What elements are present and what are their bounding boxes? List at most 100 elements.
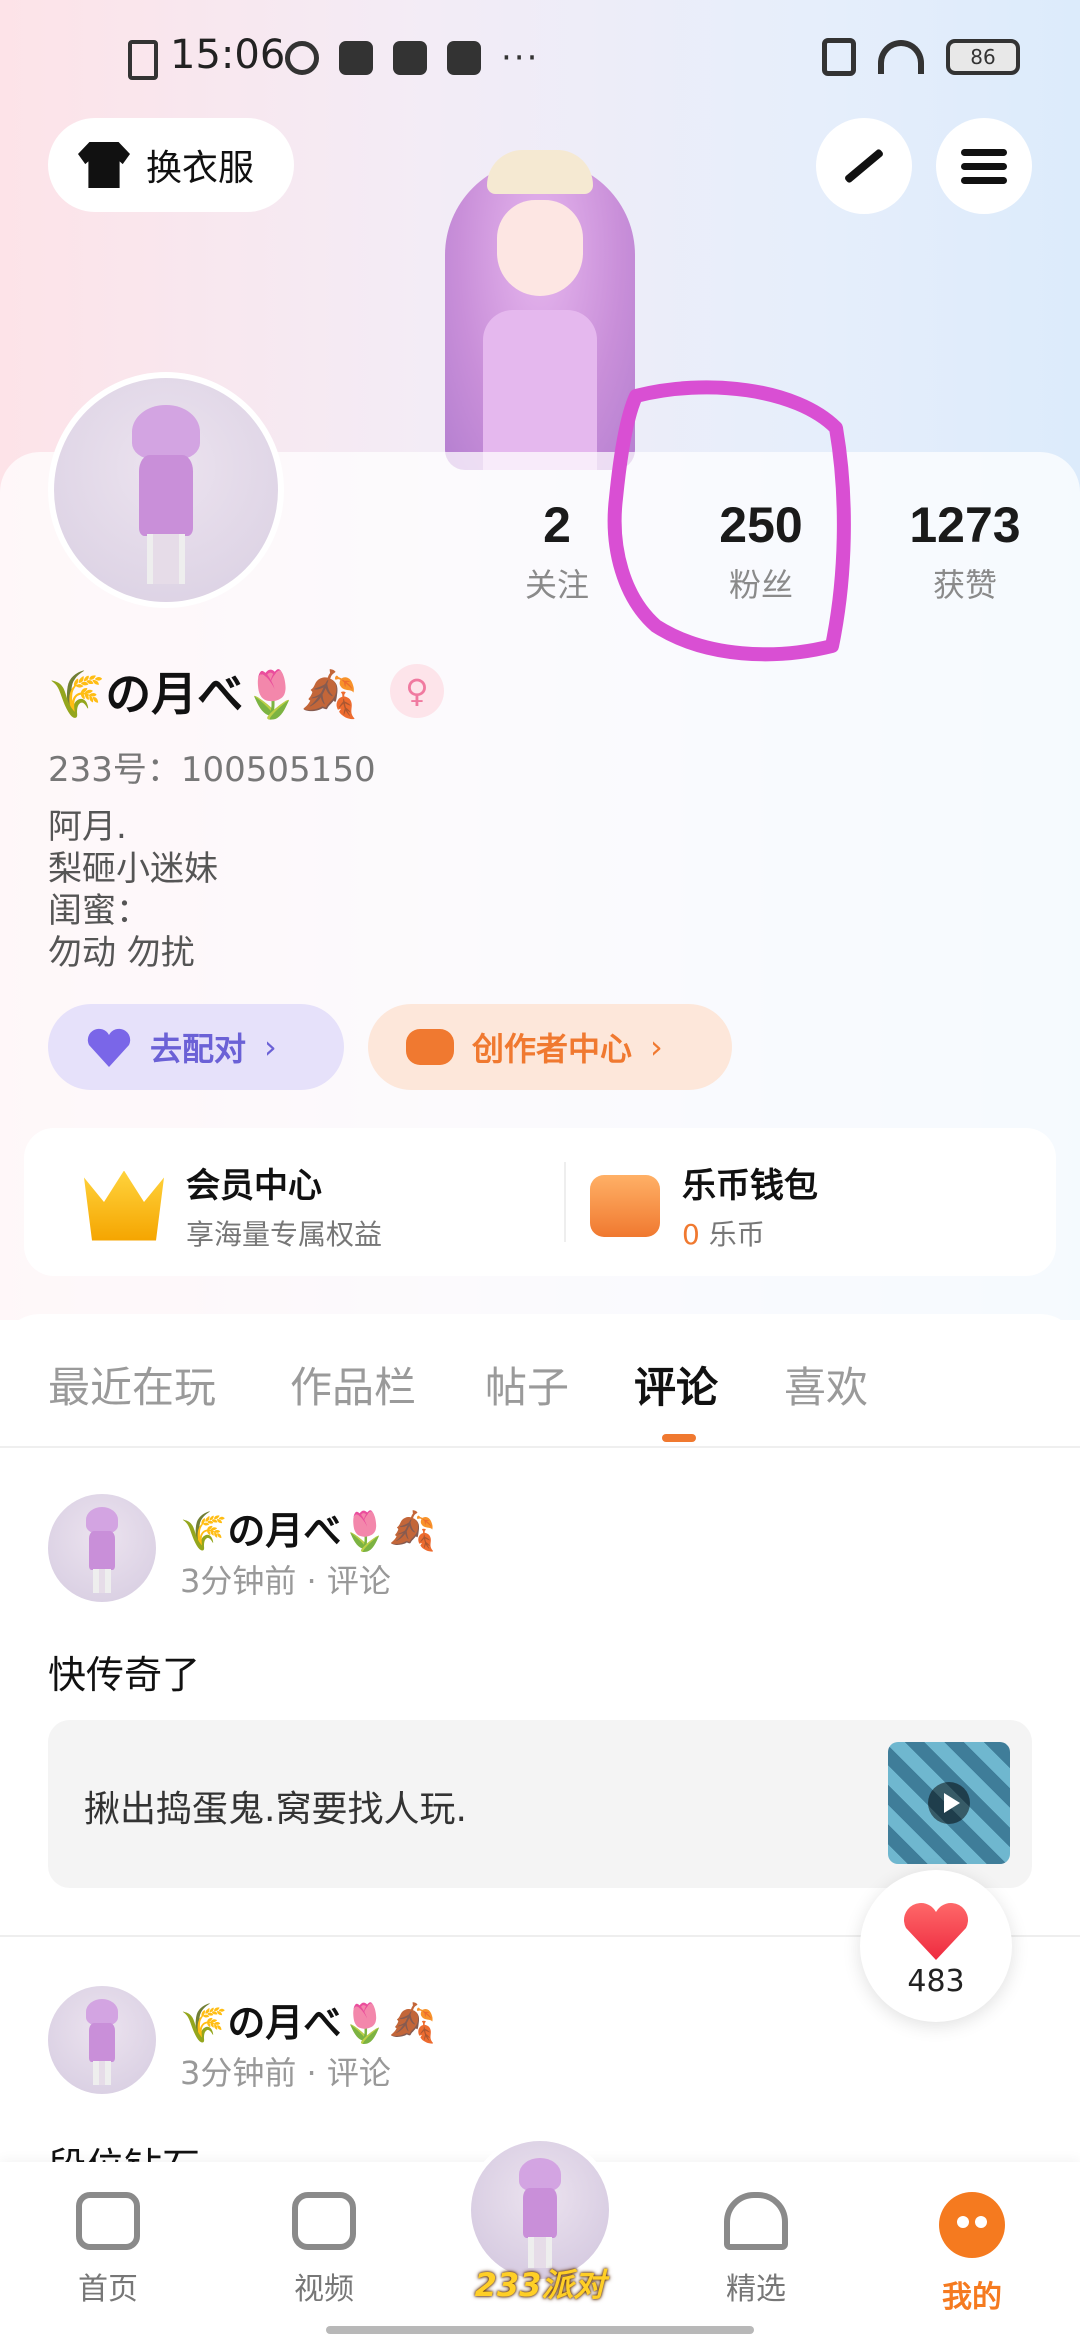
creator-center-button[interactable]: 创作者中心 › xyxy=(368,1004,732,1090)
notification-icons: ··· xyxy=(285,38,539,78)
followers-label: 粉丝 xyxy=(728,566,793,604)
shirt-icon xyxy=(78,142,130,188)
following-stat[interactable]: 2 关注 xyxy=(472,496,642,606)
tab-comments[interactable]: 评论 xyxy=(634,1354,718,1415)
likes-label: 获赞 xyxy=(932,566,997,604)
video-icon xyxy=(292,2192,356,2250)
tab-recently-played[interactable]: 最近在玩 xyxy=(48,1354,216,1415)
bio-line: 阿月. xyxy=(48,807,127,847)
avatar-figure xyxy=(85,1506,119,1594)
like-count: 483 xyxy=(907,1964,965,1999)
profile-tabs: 最近在玩 作品栏 帖子 评论 喜欢 xyxy=(0,1340,1080,1440)
sim-card-icon xyxy=(128,40,158,80)
post-avatar[interactable] xyxy=(48,1986,156,2094)
profile-avatar-image xyxy=(54,378,278,602)
user-id[interactable]: 233号：100505150 xyxy=(48,742,376,791)
active-tab-indicator xyxy=(662,1434,696,1442)
status-time: 15:06 xyxy=(170,32,286,78)
likes-count: 1273 xyxy=(909,497,1021,553)
wallet-balance: 0 乐币 xyxy=(682,1213,818,1253)
wallet-title: 乐币钱包 xyxy=(682,1166,818,1206)
system-icons: 86 xyxy=(822,38,1020,76)
home-indicator[interactable] xyxy=(326,2326,754,2334)
gamepad-icon xyxy=(76,2192,140,2250)
party-logo-text[interactable]: 233派对 xyxy=(460,2260,620,2306)
following-label: 关注 xyxy=(524,566,589,604)
character-body xyxy=(483,310,597,470)
avatar-figure xyxy=(519,2157,561,2268)
wallet-coin-count: 0 xyxy=(682,1218,700,1251)
status-bar: 15:06 ··· 86 xyxy=(0,0,1080,120)
post-author: 🌾の月べ🌷🍂 xyxy=(180,2001,436,2045)
nav-home-label: 首页 xyxy=(78,2272,138,2307)
wallet-notification-icon xyxy=(447,41,481,75)
menu-icon xyxy=(961,142,1007,191)
bio-line: 闺蜜： xyxy=(48,891,150,931)
avatar-character[interactable] xyxy=(425,140,655,470)
match-button[interactable]: 去配对 › xyxy=(48,1004,344,1090)
likes-stat[interactable]: 1273 获赞 xyxy=(880,496,1050,606)
gender-female-icon: ♀ xyxy=(390,664,444,718)
member-center-subtitle: 享海量专属权益 xyxy=(186,1218,383,1251)
nickname: 🌾の月べ🌷🍂 xyxy=(48,667,358,721)
followers-count: 250 xyxy=(719,497,803,553)
avatar-figure xyxy=(85,1998,119,2086)
bio: 阿月. 梨砸小迷妹 闺蜜： 勿动 勿扰 xyxy=(48,806,218,974)
card-divider xyxy=(564,1162,566,1242)
tab-posts[interactable]: 帖子 xyxy=(485,1354,569,1415)
menu-button[interactable] xyxy=(936,118,1032,214)
followers-stat[interactable]: 250 粉丝 xyxy=(676,496,846,606)
featured-heart-icon xyxy=(724,2192,788,2250)
nav-featured-label: 精选 xyxy=(726,2272,786,2307)
bio-line: 梨砸小迷妹 xyxy=(48,849,218,889)
bag-notification-icon xyxy=(393,41,427,75)
tab-works[interactable]: 作品栏 xyxy=(290,1354,416,1415)
avatar-figure xyxy=(132,404,200,585)
chevron-right-icon: › xyxy=(264,1028,277,1066)
post-avatar[interactable] xyxy=(48,1494,156,1602)
tab-divider xyxy=(0,1446,1080,1448)
nav-me-label: 我的 xyxy=(942,2280,1002,2315)
chevron-right-icon: › xyxy=(650,1028,663,1066)
video-thumbnail[interactable] xyxy=(888,1742,1010,1864)
gamepad-icon xyxy=(406,1029,454,1065)
tab-likes[interactable]: 喜欢 xyxy=(784,1354,868,1415)
post-text: 快传奇了 xyxy=(48,1653,201,1697)
nav-me[interactable]: 我的 xyxy=(902,2192,1042,2316)
change-outfit-button[interactable]: 换衣服 xyxy=(48,118,294,212)
member-center-entry[interactable]: 会员中心 享海量专属权益 xyxy=(84,1158,382,1253)
nav-home[interactable]: 首页 xyxy=(38,2192,178,2308)
character-face xyxy=(497,200,583,296)
profile-avatar[interactable] xyxy=(48,372,284,608)
quoted-post-text: 揪出捣蛋鬼.窝要找人玩. xyxy=(84,1789,467,1830)
play-notification-icon xyxy=(339,41,373,75)
bio-line: 勿动 勿扰 xyxy=(48,933,195,973)
edit-profile-button[interactable] xyxy=(816,118,912,214)
wifi-icon xyxy=(878,40,924,74)
member-center-title: 会员中心 xyxy=(186,1166,322,1206)
membership-wallet-card: 会员中心 享海量专属权益 乐币钱包 0 乐币 xyxy=(24,1128,1056,1276)
quoted-post[interactable]: 揪出捣蛋鬼.窝要找人玩. xyxy=(48,1720,1032,1888)
heart-icon xyxy=(902,1900,970,1960)
play-icon xyxy=(928,1782,970,1824)
wallet-entry[interactable]: 乐币钱包 0 乐币 xyxy=(590,1158,818,1253)
change-outfit-label: 换衣服 xyxy=(146,148,255,189)
wallet-icon xyxy=(590,1174,660,1237)
pen-icon xyxy=(843,148,885,184)
creator-center-label: 创作者中心 xyxy=(472,1030,633,1068)
floating-like-button[interactable]: 483 xyxy=(860,1870,1012,2022)
nav-featured[interactable]: 精选 xyxy=(686,2192,826,2308)
character-hat xyxy=(487,150,593,194)
more-notifications-icon: ··· xyxy=(501,38,540,78)
battery-icon: 86 xyxy=(946,39,1020,75)
crown-icon xyxy=(84,1170,164,1241)
following-count: 2 xyxy=(543,497,571,553)
wallet-coin-unit: 乐币 xyxy=(699,1218,765,1251)
match-label: 去配对 xyxy=(150,1030,247,1068)
heart-icon xyxy=(86,1027,132,1067)
post-author: 🌾の月べ🌷🍂 xyxy=(180,1509,436,1553)
post-meta: 3分钟前 · 评论 xyxy=(180,1562,391,1600)
vibrate-icon xyxy=(822,38,856,76)
app-notification-icon xyxy=(285,41,319,75)
nav-video[interactable]: 视频 xyxy=(254,2192,394,2308)
